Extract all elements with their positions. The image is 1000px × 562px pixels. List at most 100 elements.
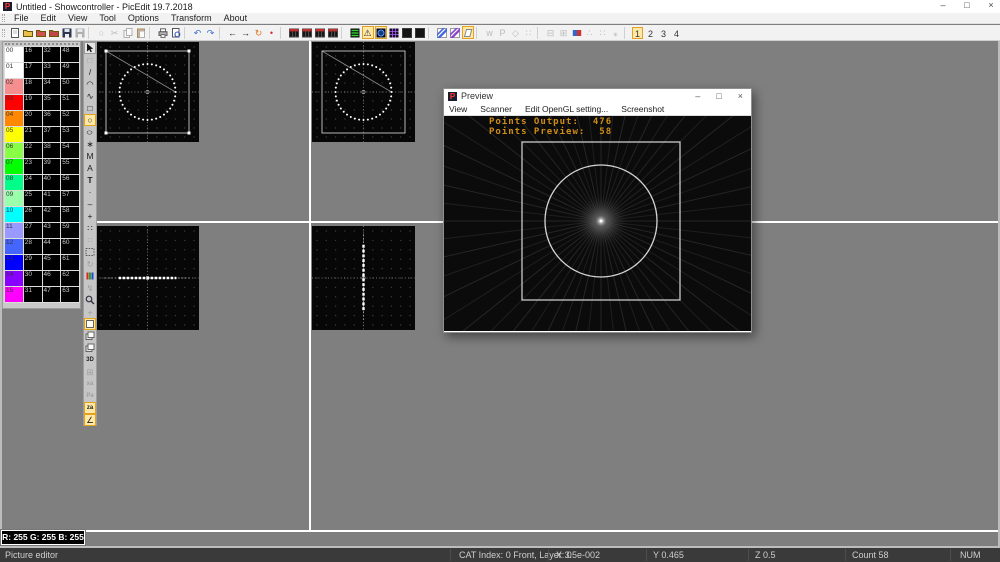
palette-cell-49[interactable]: 49 (61, 63, 80, 79)
parallelogram-mode-button[interactable] (462, 26, 474, 39)
z-axis-tool[interactable]: za (84, 402, 96, 414)
menu-about[interactable]: About (218, 13, 254, 23)
palette-cell-18[interactable]: 18 (23, 79, 42, 95)
splitter-bottom[interactable] (85, 530, 998, 532)
palette-cell-21[interactable]: 21 (23, 127, 42, 143)
menu-edit[interactable]: Edit (35, 13, 63, 23)
palette-cell-55[interactable]: 55 (61, 159, 80, 175)
toolbar-grip[interactable] (2, 29, 5, 37)
preview-menu-view[interactable]: View (444, 104, 475, 114)
palette-cell-05[interactable]: 05 (5, 127, 24, 143)
safety-warning-button[interactable]: ⚠ (362, 26, 374, 39)
palette-cell-30[interactable]: 30 (23, 271, 42, 287)
menu-file[interactable]: File (8, 13, 35, 23)
new-button[interactable] (9, 26, 21, 39)
freehand-tool[interactable]: ∿ (84, 90, 96, 102)
palette-cell-45[interactable]: 45 (42, 255, 61, 271)
palette-cell-48[interactable]: 48 (61, 47, 80, 63)
palette-cell-13[interactable]: 13 (5, 255, 24, 271)
frame-table-4-button[interactable] (327, 26, 339, 39)
palette-cell-59[interactable]: 59 (61, 223, 80, 239)
layer-box-tool[interactable] (84, 318, 96, 330)
zigzag-tool[interactable]: M (84, 150, 96, 162)
blank-display-1-button[interactable] (401, 26, 413, 39)
palette-cell-43[interactable]: 43 (42, 223, 61, 239)
p-axis-tool[interactable]: Pa (84, 390, 96, 402)
text-tool[interactable]: T (84, 174, 96, 186)
page-button-1[interactable]: 1 (632, 27, 643, 39)
palette-cell-44[interactable]: 44 (42, 239, 61, 255)
palette-cell-47[interactable]: 47 (42, 287, 61, 303)
preview-menu-edit[interactable]: Edit OpenGL setting... (520, 104, 616, 114)
palette-cell-36[interactable]: 36 (42, 111, 61, 127)
undo-button[interactable]: ↶ (192, 26, 204, 39)
dash-tool[interactable]: – (84, 198, 96, 210)
import-frame-button[interactable] (35, 26, 47, 39)
layers-tool[interactable] (84, 330, 96, 342)
palette-cell-11[interactable]: 11 (5, 223, 24, 239)
palette-cell-60[interactable]: 60 (61, 239, 80, 255)
palette-cell-29[interactable]: 29 (23, 255, 42, 271)
palette-cell-35[interactable]: 35 (42, 95, 61, 111)
center-tool[interactable]: + (84, 306, 96, 318)
palette-cell-07[interactable]: 07 (5, 159, 24, 175)
menu-options[interactable]: Options (122, 13, 165, 23)
frame-table-2-button[interactable] (301, 26, 313, 39)
palette-cell-41[interactable]: 41 (42, 191, 61, 207)
palette-cell-12[interactable]: 12 (5, 239, 24, 255)
palette-cell-27[interactable]: 27 (23, 223, 42, 239)
palette-cell-20[interactable]: 20 (23, 111, 42, 127)
maximize-button[interactable]: □ (962, 0, 972, 10)
save-button[interactable] (61, 26, 73, 39)
palette-cell-53[interactable]: 53 (61, 127, 80, 143)
line-tool[interactable]: / (84, 66, 96, 78)
preview-minimize-button[interactable]: – (695, 91, 700, 101)
color-flag-button[interactable] (571, 26, 583, 39)
3d-tool[interactable]: 3D (84, 354, 96, 366)
zoom-tool[interactable] (84, 294, 96, 306)
circle-tool[interactable]: ○ (84, 114, 96, 126)
viewport-front[interactable] (96, 42, 199, 142)
prev-frame-button[interactable]: ← (227, 26, 239, 39)
palette-cell-22[interactable]: 22 (23, 143, 42, 159)
page-button-2[interactable]: 2 (645, 27, 656, 39)
frame-table-3-button[interactable] (314, 26, 326, 39)
palette-cell-52[interactable]: 52 (61, 111, 80, 127)
palette-cell-40[interactable]: 40 (42, 175, 61, 191)
grid-display-button[interactable] (388, 26, 400, 39)
add-point-tool[interactable]: + (84, 210, 96, 222)
palette-cell-32[interactable]: 32 (42, 47, 61, 63)
select-tool[interactable] (84, 42, 96, 54)
point-step-button[interactable]: • (266, 26, 278, 39)
preview-menu-screenshot[interactable]: Screenshot (616, 104, 672, 114)
palette-cell-33[interactable]: 33 (42, 63, 61, 79)
palette-cell-24[interactable]: 24 (23, 175, 42, 191)
page-button-4[interactable]: 4 (671, 27, 682, 39)
viewport-side[interactable] (312, 226, 415, 330)
palette-cell-51[interactable]: 51 (61, 95, 80, 111)
grid-snap-tool[interactable]: ⊞ (84, 366, 96, 378)
copy-layer-tool[interactable] (84, 342, 96, 354)
palette-cell-02[interactable]: 02 (5, 79, 24, 95)
nudge-points-tool[interactable]: ∷ (84, 234, 96, 246)
x-axis-tool[interactable]: xa (84, 378, 96, 390)
palette-cell-34[interactable]: 34 (42, 79, 61, 95)
close-button[interactable]: × (986, 0, 996, 10)
print-button[interactable] (157, 26, 169, 39)
menu-transform[interactable]: Transform (165, 13, 218, 23)
redo-button[interactable]: ↷ (205, 26, 217, 39)
select-rect-tool[interactable] (84, 246, 96, 258)
viewport-front-2[interactable] (312, 42, 415, 142)
preview-render-area[interactable]: Points Output:476 Points Preview:58 (444, 116, 751, 331)
palette-cell-57[interactable]: 57 (61, 191, 80, 207)
palette-cell-31[interactable]: 31 (23, 287, 42, 303)
point-tool[interactable]: · (84, 186, 96, 198)
palette-cell-39[interactable]: 39 (42, 159, 61, 175)
preview-title-bar[interactable]: P Preview – □ × (444, 89, 751, 103)
palette-cell-42[interactable]: 42 (42, 207, 61, 223)
print-preview-button[interactable] (170, 26, 182, 39)
palette-cell-08[interactable]: 08 (5, 175, 24, 191)
palette-cell-28[interactable]: 28 (23, 239, 42, 255)
palette-cell-01[interactable]: 01 (5, 63, 24, 79)
palette-cell-56[interactable]: 56 (61, 175, 80, 191)
